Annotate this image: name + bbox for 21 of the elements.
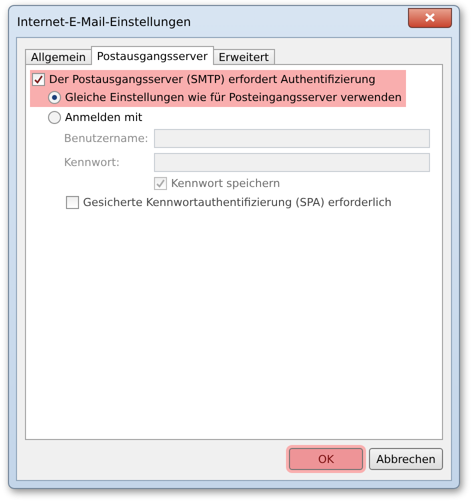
cancel-button[interactable]: Abbrechen	[369, 448, 443, 470]
ok-button[interactable]: OK	[289, 448, 363, 470]
close-button[interactable]	[408, 8, 452, 28]
close-icon	[425, 13, 435, 22]
field-label: Kennwort:	[64, 156, 121, 169]
tab[interactable]: Allgemein	[25, 49, 92, 65]
radio-button[interactable]	[48, 111, 61, 124]
window-title: Internet-E-Mail-Einstellungen	[16, 14, 191, 28]
radio-label: Gleiche Einstellungen wie für Posteingangsserver verwenden	[65, 91, 402, 104]
radio-label: Anmelden mit	[65, 111, 142, 124]
checkmark-icon	[156, 179, 165, 188]
radio-button[interactable]	[48, 91, 61, 104]
checkmark-icon	[34, 75, 43, 84]
checkbox-label: Kennwort speichern	[171, 177, 280, 190]
tab[interactable]: Postausgangsserver	[90, 46, 214, 65]
checkbox-label: Der Postausgangsserver (SMTP) erfordert Authentifizierung	[49, 73, 376, 86]
field-label: Benutzername:	[64, 132, 150, 145]
checkbox[interactable]	[66, 196, 79, 209]
checkbox-label: Gesicherte Kennwortauthentifizierung (SPA) erforderlich	[83, 196, 392, 209]
checkbox[interactable]	[32, 73, 45, 86]
tab[interactable]: Erweitert	[212, 49, 275, 65]
